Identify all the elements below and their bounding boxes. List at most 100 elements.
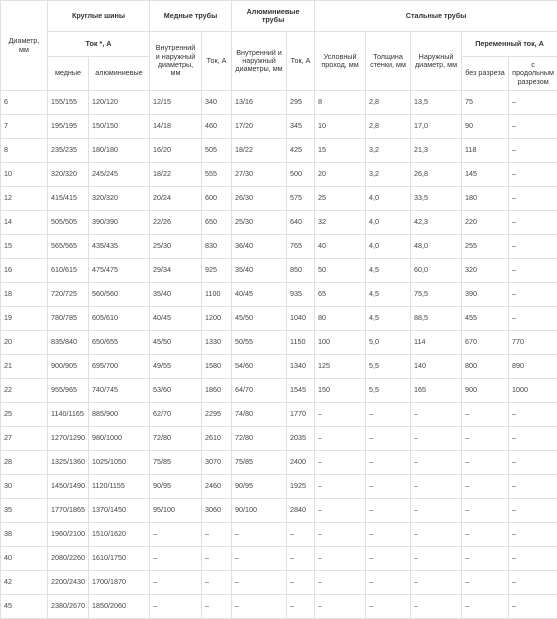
table-cell: – [411, 475, 462, 499]
table-cell: 835/840 [48, 331, 89, 355]
table-cell: – [366, 403, 411, 427]
table-cell: 64/70 [232, 379, 287, 403]
table-cell: – [411, 451, 462, 475]
table-cell: 49/55 [150, 355, 202, 379]
table-cell: 1370/1450 [89, 499, 150, 523]
table-cell: 770 [509, 331, 557, 355]
table-cell: 220 [462, 211, 509, 235]
table-cell: – [462, 571, 509, 595]
table-row: 8235/235180/18016/2050518/22425153,221,3… [1, 139, 557, 163]
table-cell: 5,5 [366, 379, 411, 403]
table-cell: 345 [287, 115, 315, 139]
table-cell: 4,5 [366, 283, 411, 307]
table-cell: 1925 [287, 475, 315, 499]
header-nominal-bore: Условный проход, мм [315, 32, 366, 91]
table-cell: 2460 [202, 475, 232, 499]
table-cell: 1700/1870 [89, 571, 150, 595]
table-cell: 62/70 [150, 403, 202, 427]
table-cell: 65 [315, 283, 366, 307]
table-cell: – [509, 523, 557, 547]
table-cell: 90/100 [232, 499, 287, 523]
table-cell: 40/45 [150, 307, 202, 331]
header-outer-diameter: Наружный диаметр, мм [411, 32, 462, 91]
table-cell: 955/965 [48, 379, 89, 403]
table-cell: 35/40 [232, 259, 287, 283]
table-cell: – [366, 595, 411, 619]
table-cell: – [202, 523, 232, 547]
table-row: 21900/905695/70049/55158054/6013401255,5… [1, 355, 557, 379]
table-cell: 15 [315, 139, 366, 163]
table-cell: 48,0 [411, 235, 462, 259]
table-cell: 125 [315, 355, 366, 379]
header-copper-pipes: Медные трубы [150, 1, 232, 32]
table-cell: 40 [1, 547, 48, 571]
table-cell: 17,0 [411, 115, 462, 139]
table-cell: 890 [509, 355, 557, 379]
table-cell: – [509, 91, 557, 115]
table-cell: – [232, 595, 287, 619]
table-cell: 5,0 [366, 331, 411, 355]
table-cell: 35 [1, 499, 48, 523]
table-cell: 885/900 [89, 403, 150, 427]
table-cell: 575 [287, 187, 315, 211]
table-cell: – [232, 571, 287, 595]
table-cell: 80 [315, 307, 366, 331]
current-capacity-table: Диаметр, мм Круглые шины Медные трубы Ал… [0, 0, 557, 619]
table-cell: 118 [462, 139, 509, 163]
table-row: 15565/565435/43525/3083036/40765404,048,… [1, 235, 557, 259]
table-cell: – [315, 547, 366, 571]
table-row: 381960/21001510/1620––––––––– [1, 523, 557, 547]
table-cell: 75,5 [411, 283, 462, 307]
table-row: 6155/155120/12012/1534013/1629582,813,57… [1, 91, 557, 115]
table-cell: 4,0 [366, 235, 411, 259]
table-cell: – [232, 523, 287, 547]
table-cell: 60,0 [411, 259, 462, 283]
table-cell: – [366, 499, 411, 523]
table-cell: 42 [1, 571, 48, 595]
table-cell: 320/320 [48, 163, 89, 187]
table-cell: 25 [1, 403, 48, 427]
table-cell: 40 [315, 235, 366, 259]
table-cell: 2200/2430 [48, 571, 89, 595]
table-cell: – [315, 595, 366, 619]
header-cu-current: Ток, А [202, 32, 232, 91]
table-row: 351770/18651370/145095/100306090/1002840… [1, 499, 557, 523]
table-cell: – [366, 475, 411, 499]
table-cell: – [202, 547, 232, 571]
header-cu-diameters: Внутренний и наружный диаметры, мм [150, 32, 202, 91]
table-cell: – [509, 499, 557, 523]
table-cell: 150/150 [89, 115, 150, 139]
table-cell: 1200 [202, 307, 232, 331]
table-cell: 565/565 [48, 235, 89, 259]
table-cell: – [509, 115, 557, 139]
table-cell: – [509, 595, 557, 619]
table-cell: 425 [287, 139, 315, 163]
table-cell: 14 [1, 211, 48, 235]
table-cell: 1150 [287, 331, 315, 355]
table-cell: – [509, 427, 557, 451]
table-cell: – [315, 523, 366, 547]
table-cell: 1860 [202, 379, 232, 403]
table-cell: 45/50 [150, 331, 202, 355]
table-cell: 1770 [287, 403, 315, 427]
table-row: 281325/13601025/105075/85307075/852400––… [1, 451, 557, 475]
table-cell: 180/180 [89, 139, 150, 163]
table-cell: – [509, 451, 557, 475]
header-aluminum: алюминиевые [89, 57, 150, 91]
table-cell: – [315, 475, 366, 499]
table-cell: 1960/2100 [48, 523, 89, 547]
table-cell: 165 [411, 379, 462, 403]
table-row: 18720/725560/56035/40110040/45935654,575… [1, 283, 557, 307]
table-cell: 1510/1620 [89, 523, 150, 547]
table-cell: 120/120 [89, 91, 150, 115]
table-cell: 1330 [202, 331, 232, 355]
table-cell: 505 [202, 139, 232, 163]
table-cell: – [232, 547, 287, 571]
table-row: 301450/14901120/115590/95246090/951925––… [1, 475, 557, 499]
header-aluminum-pipes: Алюминиевые трубы [232, 1, 315, 32]
table-cell: 8 [315, 91, 366, 115]
table-cell: 40/45 [232, 283, 287, 307]
table-cell: 2295 [202, 403, 232, 427]
table-cell: 2,8 [366, 115, 411, 139]
table-row: 271270/1290980/100072/80261072/802035–––… [1, 427, 557, 451]
